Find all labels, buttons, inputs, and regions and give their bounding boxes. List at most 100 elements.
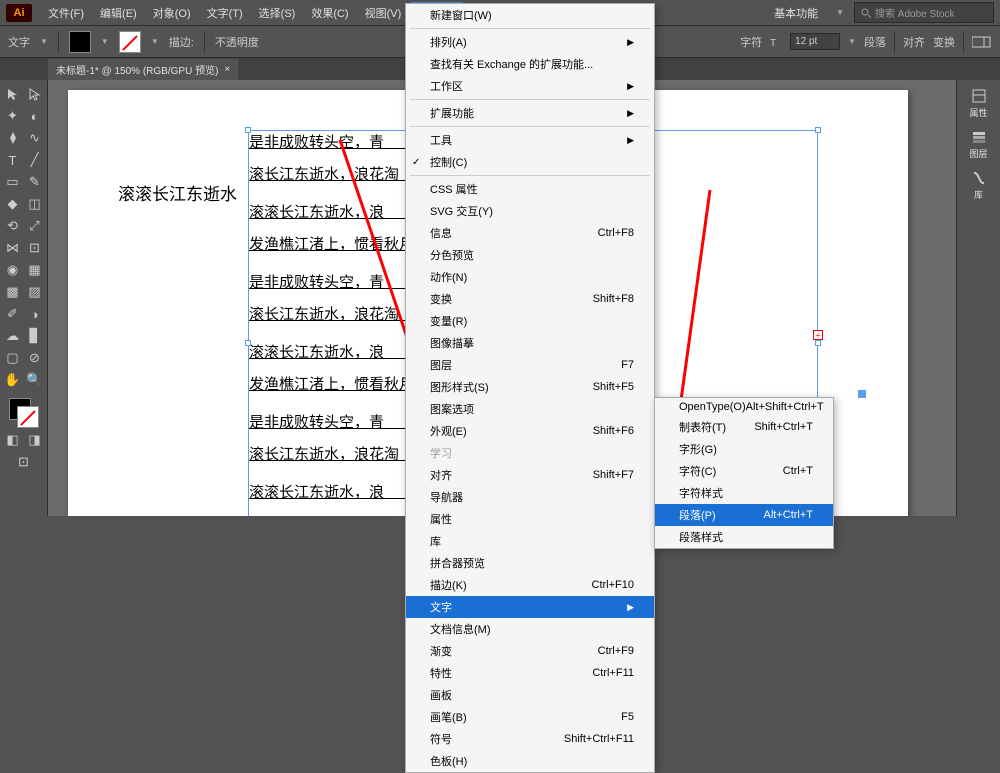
dropdown-item[interactable]: 属性: [406, 508, 654, 530]
tool-type[interactable]: T: [3, 150, 23, 170]
char-label[interactable]: 字符: [740, 34, 762, 50]
tool-symbol[interactable]: ☁: [3, 326, 23, 346]
menu-item[interactable]: 选择(S): [253, 2, 302, 24]
dropdown-item[interactable]: 信息Ctrl+F8: [406, 222, 654, 244]
tool-pen[interactable]: [3, 128, 23, 148]
panel-tab[interactable]: 属性: [957, 84, 1000, 123]
dropdown-item[interactable]: 查找有关 Exchange 的扩展功能...: [406, 53, 654, 75]
document-tab[interactable]: 未标题-1* @ 150% (RGB/GPU 预览) ×: [48, 59, 238, 80]
panel-tab[interactable]: 库: [957, 166, 1000, 205]
tool-lasso[interactable]: ◐: [25, 106, 45, 126]
para-label[interactable]: 段落: [864, 34, 886, 50]
dropdown-item[interactable]: 特性Ctrl+F11: [406, 662, 654, 684]
tool-scale[interactable]: ⤢: [25, 216, 45, 236]
dropdown-item[interactable]: 文字▶: [406, 596, 654, 618]
dropdown-item[interactable]: 画板: [406, 684, 654, 706]
panel-tab[interactable]: 图层: [957, 125, 1000, 164]
dropdown-item[interactable]: 字符样式: [655, 482, 833, 504]
dropdown-item[interactable]: 图层F7: [406, 354, 654, 376]
color-swatches[interactable]: [9, 398, 39, 428]
menu-item[interactable]: 对象(O): [147, 2, 197, 24]
tool-gradient[interactable]: ▨: [25, 282, 45, 302]
dropdown-item[interactable]: 变换Shift+F8: [406, 288, 654, 310]
dropdown-item[interactable]: 动作(N): [406, 266, 654, 288]
tool-eraser[interactable]: ◫: [25, 194, 45, 214]
dropdown-item[interactable]: 图形样式(S)Shift+F5: [406, 376, 654, 398]
dropdown-item[interactable]: OpenType(O)Alt+Shift+Ctrl+T: [655, 398, 833, 416]
font-size-icon: T: [770, 36, 782, 48]
tool-blend[interactable]: ◑: [25, 304, 45, 324]
tool-magic-wand[interactable]: ✦: [3, 106, 23, 126]
workspace-mode[interactable]: 基本功能: [766, 3, 826, 23]
dropdown-item[interactable]: 新建窗口(W): [406, 4, 654, 26]
dropdown-item[interactable]: 库: [406, 530, 654, 552]
dropdown-item[interactable]: 工具▶: [406, 129, 654, 151]
dropdown-item[interactable]: 图案选项: [406, 398, 654, 420]
dropdown-item[interactable]: 文档信息(M): [406, 618, 654, 640]
font-size-input[interactable]: [790, 33, 840, 50]
dropdown-item[interactable]: 字符(C)Ctrl+T: [655, 460, 833, 482]
tool-free-transform[interactable]: ⊡: [25, 238, 45, 258]
menu-item[interactable]: 编辑(E): [94, 2, 143, 24]
dropdown-item[interactable]: 导航器: [406, 486, 654, 508]
dropdown-item[interactable]: 字形(G): [655, 438, 833, 460]
stroke-swatch[interactable]: [119, 31, 141, 53]
transform-label[interactable]: 变换: [933, 34, 955, 50]
screen-mode[interactable]: ⊡: [14, 452, 34, 472]
stroke-color[interactable]: [17, 406, 39, 428]
dropdown-item[interactable]: 扩展功能▶: [406, 102, 654, 124]
tool-selection[interactable]: [3, 84, 23, 104]
dropdown-item[interactable]: 色板(H): [406, 750, 654, 772]
tool-line[interactable]: ╱: [25, 150, 45, 170]
dropdown-item[interactable]: 分色预览: [406, 244, 654, 266]
tool-rect[interactable]: ▭: [3, 172, 23, 192]
tool-shaper[interactable]: ◆: [3, 194, 23, 214]
point-text[interactable]: 滚滚长江东逝水: [118, 180, 237, 205]
tool-brush[interactable]: ✎: [25, 172, 45, 192]
dropdown-item[interactable]: 段落(P)Alt+Ctrl+T: [655, 504, 833, 526]
dropdown-item[interactable]: 对齐Shift+F7: [406, 464, 654, 486]
menu-item[interactable]: 视图(V): [359, 2, 408, 24]
dropdown-item[interactable]: 段落样式: [655, 526, 833, 548]
dropdown-item[interactable]: 符号Shift+Ctrl+F11: [406, 728, 654, 750]
search-placeholder: 搜索 Adobe Stock: [875, 5, 954, 20]
tool-rotate[interactable]: ⟲: [3, 216, 23, 236]
dropdown-item[interactable]: 变量(R): [406, 310, 654, 332]
tool-eyedropper[interactable]: ✐: [3, 304, 23, 324]
fill-swatch[interactable]: [69, 31, 91, 53]
tool-curvature[interactable]: ∿: [25, 128, 45, 148]
dropdown-item[interactable]: 渐变Ctrl+F9: [406, 640, 654, 662]
anchor-point[interactable]: [858, 390, 866, 398]
tool-width[interactable]: ⋈: [3, 238, 23, 258]
mode-color[interactable]: ◧: [3, 430, 23, 450]
align-label[interactable]: 对齐: [903, 34, 925, 50]
dropdown-item[interactable]: 制表符(T)Shift+Ctrl+T: [655, 416, 833, 438]
panel-toggle-icon[interactable]: [972, 35, 992, 49]
dropdown-item[interactable]: 描边(K)Ctrl+F10: [406, 574, 654, 596]
mode-gradient[interactable]: ◨: [25, 430, 45, 450]
search-input[interactable]: 搜索 Adobe Stock: [854, 2, 994, 23]
dropdown-item[interactable]: 外观(E)Shift+F6: [406, 420, 654, 442]
tool-graph[interactable]: ▊: [25, 326, 45, 346]
close-icon[interactable]: ×: [224, 64, 230, 75]
menu-item[interactable]: 文字(T): [201, 2, 249, 24]
dropdown-item[interactable]: ✓控制(C): [406, 151, 654, 173]
tool-zoom[interactable]: 🔍: [25, 370, 45, 390]
overflow-indicator[interactable]: +: [813, 330, 823, 340]
menu-item[interactable]: 效果(C): [305, 2, 354, 24]
menu-item[interactable]: 文件(F): [42, 2, 90, 24]
dropdown-item[interactable]: 排列(A)▶: [406, 31, 654, 53]
dropdown-item[interactable]: 工作区▶: [406, 75, 654, 97]
dropdown-item[interactable]: 图像描摹: [406, 332, 654, 354]
tool-mesh[interactable]: ▩: [3, 282, 23, 302]
tool-perspective[interactable]: ▦: [25, 260, 45, 280]
tool-shape-builder[interactable]: ◉: [3, 260, 23, 280]
tool-artboard[interactable]: ▢: [3, 348, 23, 368]
tool-slice[interactable]: ⊘: [25, 348, 45, 368]
dropdown-item[interactable]: CSS 属性: [406, 178, 654, 200]
dropdown-item[interactable]: 拼合器预览: [406, 552, 654, 574]
dropdown-item[interactable]: 画笔(B)F5: [406, 706, 654, 728]
dropdown-item[interactable]: SVG 交互(Y): [406, 200, 654, 222]
tool-hand[interactable]: ✋: [3, 370, 23, 390]
tool-direct-select[interactable]: [25, 84, 45, 104]
